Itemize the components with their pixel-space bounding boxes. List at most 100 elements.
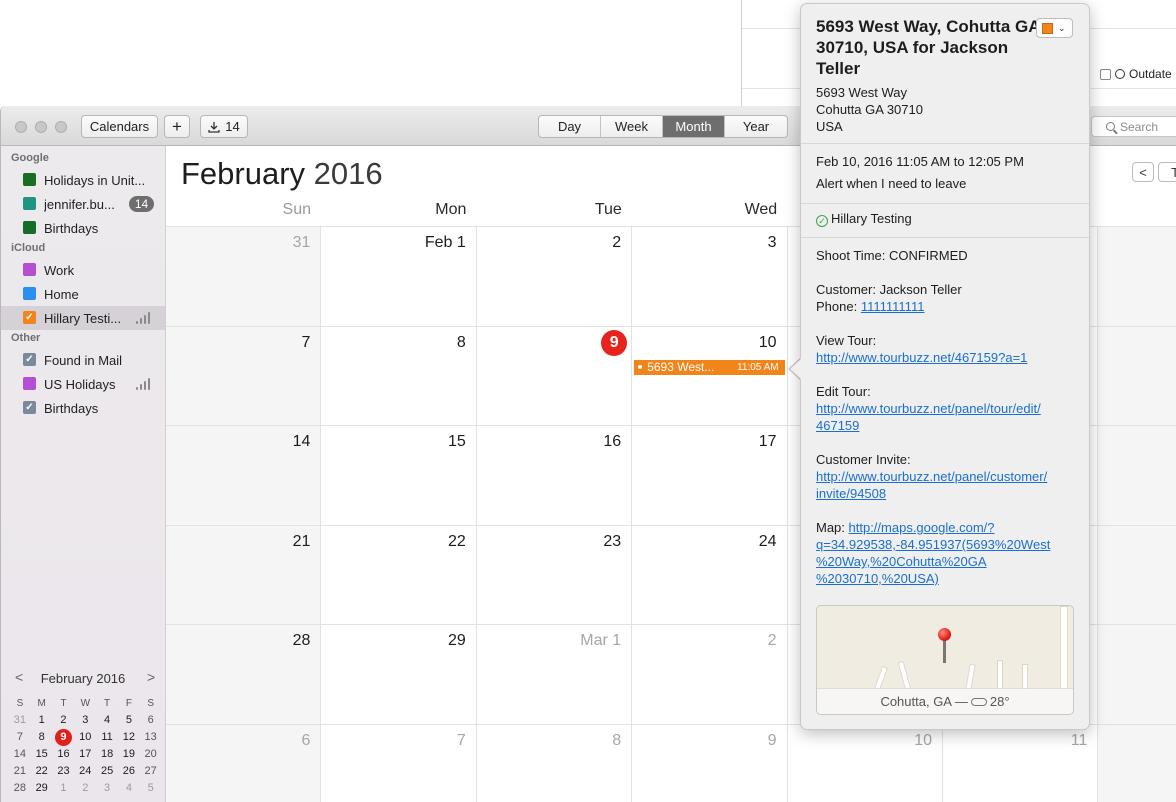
day-cell[interactable]: 11	[943, 724, 1099, 802]
calendar-checkbox[interactable]: ✓	[23, 311, 36, 324]
day-cell[interactable]	[1098, 724, 1176, 802]
event-title[interactable]: 5693 West Way, Cohutta GA 30710, USA for…	[816, 16, 1041, 79]
mini-calendar-day[interactable]: 31	[9, 712, 31, 729]
day-cell[interactable]: 28	[166, 624, 322, 724]
map-link[interactable]: q=34.929538,-84.951937(5693%20West	[816, 536, 1081, 553]
day-cell[interactable]: 14	[166, 425, 322, 525]
sidebar-calendar-item[interactable]: Birthdays	[1, 216, 165, 240]
mini-calendar-day[interactable]: 18	[96, 746, 118, 763]
map-link[interactable]: %20Way,%20Cohutta%20GA	[816, 553, 1081, 570]
tab-month[interactable]: Month	[663, 116, 725, 137]
day-cell[interactable]: 2	[476, 226, 633, 326]
event-location[interactable]: 5693 West Way Cohutta GA 30710 USA	[816, 84, 923, 135]
calendar-color-swatch[interactable]	[23, 173, 36, 186]
day-cell[interactable]	[1098, 624, 1176, 724]
mini-calendar-day[interactable]: 4	[118, 780, 140, 797]
calendar-color-swatch[interactable]	[23, 197, 36, 210]
sidebar-calendar-item[interactable]: US Holidays	[1, 372, 165, 396]
customer-invite-link[interactable]: invite/94508	[816, 485, 1081, 502]
day-cell[interactable]: 15	[321, 425, 477, 525]
day-cell[interactable]	[1098, 524, 1176, 625]
mini-calendar-day[interactable]: 20	[140, 746, 162, 763]
tab-week[interactable]: Week	[601, 116, 663, 137]
day-cell[interactable]: 9	[632, 724, 788, 802]
calendar-color-swatch[interactable]	[23, 263, 36, 276]
mini-calendar-day[interactable]: 3	[74, 712, 96, 729]
mini-calendar-day[interactable]: 12	[118, 729, 140, 746]
day-cell[interactable]: 10	[787, 724, 943, 802]
calendars-button[interactable]: Calendars	[81, 115, 158, 138]
sidebar-calendar-item[interactable]: Home	[1, 282, 165, 306]
map-link[interactable]: %2030710,%20USA)	[816, 570, 1081, 587]
day-cell[interactable]	[1098, 226, 1176, 326]
day-cell[interactable]: 7	[321, 724, 477, 802]
day-cell[interactable]: 17	[632, 425, 788, 525]
event-notes[interactable]: Shoot Time: CONFIRMED Customer: Jackson …	[816, 247, 1081, 587]
mini-calendar-day[interactable]: 25	[96, 763, 118, 780]
mini-calendar-day[interactable]: 14	[9, 746, 31, 763]
calendar-checkbox[interactable]: ✓	[23, 353, 36, 366]
import-button[interactable]: 14	[200, 115, 248, 138]
mini-calendar-day[interactable]: 29	[31, 780, 53, 797]
mini-calendar-day[interactable]: 10	[74, 729, 96, 746]
mini-calendar-day[interactable]: 24	[74, 763, 96, 780]
customer-invite-link[interactable]: http://www.tourbuzz.net/panel/customer/	[816, 468, 1081, 485]
sidebar-calendar-item[interactable]: Work	[1, 258, 165, 282]
mini-calendar-day[interactable]: 27	[140, 763, 162, 780]
mini-next-button[interactable]: >	[147, 669, 155, 685]
phone-link[interactable]: 1111111111	[861, 299, 925, 314]
day-cell[interactable]: 6	[166, 724, 322, 802]
mini-calendar-day[interactable]: 7	[9, 729, 31, 746]
view-tour-link[interactable]: http://www.tourbuzz.net/467159?a=1	[816, 349, 1081, 366]
calendar-checkbox[interactable]: ✓	[23, 401, 36, 414]
mini-calendar-day[interactable]: 19	[118, 746, 140, 763]
outdated-option[interactable]: Outdate	[1100, 67, 1172, 81]
day-cell[interactable]: 29	[321, 624, 477, 724]
previous-month-button[interactable]: <	[1132, 162, 1154, 182]
calendar-color-swatch[interactable]	[23, 287, 36, 300]
mini-calendar-day[interactable]: 8	[31, 729, 53, 746]
sidebar-calendar-item[interactable]: ✓ Found in Mail	[1, 348, 165, 372]
mini-calendar-day[interactable]: 2	[53, 712, 75, 729]
day-cell[interactable]: 31	[166, 226, 322, 326]
map-link[interactable]: http://maps.google.com/?	[849, 520, 995, 535]
edit-tour-link[interactable]: 467159	[816, 417, 1081, 434]
outdated-checkbox[interactable]	[1100, 68, 1111, 80]
day-cell[interactable]: 8	[321, 325, 477, 426]
day-cell[interactable]: 10 5693 West... 11:05 AM	[632, 325, 788, 426]
mini-calendar-day[interactable]: 21	[9, 763, 31, 780]
day-cell[interactable]: 16	[476, 425, 633, 525]
day-cell[interactable]: 22	[321, 524, 477, 625]
mini-calendar-day[interactable]: 26	[118, 763, 140, 780]
minimize-window-button[interactable]	[35, 121, 47, 133]
mini-calendar-day[interactable]: 5	[140, 780, 162, 797]
day-cell[interactable]: 21	[166, 524, 322, 625]
mini-calendar-day[interactable]: 17	[74, 746, 96, 763]
mini-calendar-day[interactable]: 28	[9, 780, 31, 797]
mini-calendar-day[interactable]: 22	[31, 763, 53, 780]
day-cell[interactable]: 3	[632, 226, 788, 326]
edit-tour-link[interactable]: http://www.tourbuzz.net/panel/tour/edit/	[816, 400, 1081, 417]
tab-year[interactable]: Year	[725, 116, 787, 137]
mini-calendar-day[interactable]: 4	[96, 712, 118, 729]
tab-day[interactable]: Day	[539, 116, 601, 137]
day-cell[interactable]: 7	[166, 325, 322, 426]
calendar-color-swatch[interactable]	[23, 377, 36, 390]
event-calendar[interactable]: ✓ Hillary Testing	[816, 210, 912, 227]
event-datetime[interactable]: Feb 10, 2016 11:05 AM to 12:05 PM	[816, 153, 1024, 170]
mini-calendar-day[interactable]: 13	[140, 729, 162, 746]
day-cell[interactable]: 8	[476, 724, 633, 802]
mini-calendar-day[interactable]: 1	[31, 712, 53, 729]
today-button[interactable]: To	[1158, 162, 1176, 182]
sidebar-calendar-item[interactable]: ✓ Hillary Testi...	[1, 306, 165, 330]
mini-calendar-day[interactable]: 23	[53, 763, 75, 780]
search-field[interactable]: Search	[1091, 116, 1176, 137]
calendar-color-picker[interactable]: ⌄	[1036, 18, 1073, 38]
day-cell[interactable]: Feb 1	[321, 226, 477, 326]
zoom-window-button[interactable]	[55, 121, 67, 133]
mini-calendar-day[interactable]: 15	[31, 746, 53, 763]
mini-calendar-day[interactable]: 3	[96, 780, 118, 797]
day-cell[interactable]: 23	[476, 524, 633, 625]
mini-calendar-day[interactable]: 2	[74, 780, 96, 797]
sidebar-calendar-item[interactable]: Holidays in Unit...	[1, 168, 165, 192]
